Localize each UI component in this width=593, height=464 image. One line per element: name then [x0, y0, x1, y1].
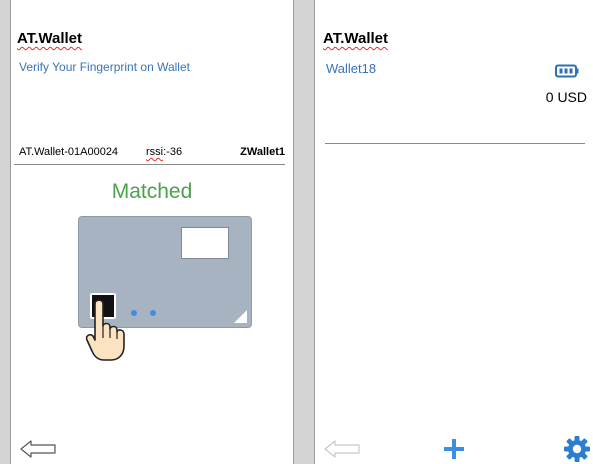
- device-wallet-name: ZWallet1: [240, 146, 285, 158]
- app-title: AT.Wallet: [323, 30, 389, 47]
- indicator-dot: [131, 310, 137, 316]
- fingerprint-hand-icon: [85, 299, 125, 361]
- rssi-value: :-36: [163, 146, 183, 158]
- app-title: AT.Wallet: [17, 30, 83, 47]
- divider: [14, 164, 285, 165]
- device-row[interactable]: AT.Wallet-01A00024 rssi:-36 ZWallet1: [19, 146, 285, 162]
- right-screen: AT.Wallet Wallet18 0 USD: [314, 0, 593, 464]
- back-arrow-icon[interactable]: [323, 439, 361, 459]
- rssi-readout: rssi:-36: [146, 146, 182, 158]
- indicator-dot: [150, 310, 156, 316]
- wallet-name-link[interactable]: Wallet18: [326, 61, 376, 76]
- plus-icon[interactable]: [443, 438, 465, 460]
- left-screen: AT.Wallet Verify Your Fingerprint on Wal…: [10, 0, 294, 464]
- card-corner-mark: [234, 310, 247, 323]
- rssi-label: rssi: [146, 146, 164, 158]
- battery-icon: [555, 64, 579, 78]
- device-id: AT.Wallet-01A00024: [19, 146, 119, 158]
- fingerprint-instruction: Verify Your Fingerprint on Wallet: [19, 60, 190, 74]
- card-display-window: [181, 227, 229, 259]
- wallet-balance: 0 USD: [545, 89, 587, 105]
- match-status: Matched: [111, 180, 193, 203]
- gear-icon[interactable]: [563, 435, 591, 463]
- divider: [325, 143, 585, 144]
- back-arrow-icon[interactable]: [19, 439, 57, 459]
